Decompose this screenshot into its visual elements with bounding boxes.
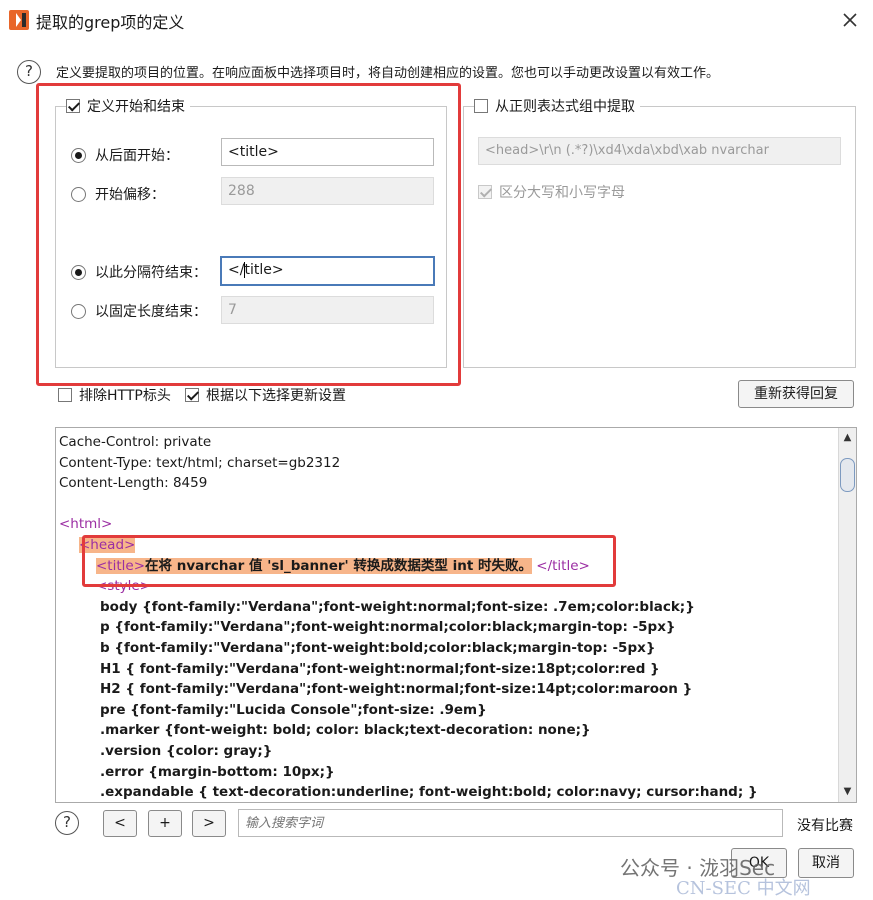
css-line: .version {color: gray;}	[100, 742, 273, 759]
regex-legend: 从正则表达式组中提取	[474, 96, 640, 116]
regex-extract-checkbox[interactable]	[474, 99, 488, 113]
search-prev-button[interactable]: <	[103, 810, 137, 837]
head-line: <head>	[59, 535, 839, 556]
response-panel[interactable]: Cache-Control: private Content-Type: tex…	[55, 427, 857, 803]
exclude-http-headers-label: 排除HTTP标头	[79, 388, 171, 404]
burp-app-icon	[9, 10, 29, 30]
search-add-button[interactable]: +	[148, 810, 182, 837]
head-open-tag: <head>	[79, 536, 136, 553]
search-help-icon[interactable]: ?	[55, 811, 79, 835]
response-header-line: Content-Length: 8459	[59, 475, 208, 492]
case-sensitive-checkbox[interactable]	[478, 185, 492, 199]
start-offset-radio[interactable]	[71, 186, 86, 202]
title-highlight: <title>在将 nvarchar 值 'sl_banner' 转换成数据类型…	[96, 557, 532, 574]
start-offset-option[interactable]: 开始偏移：	[71, 184, 165, 204]
response-content[interactable]: Cache-Control: private Content-Type: tex…	[56, 428, 839, 802]
css-line: H2 { font-family:"Verdana";font-weight:n…	[100, 681, 693, 698]
define-start-end-checkbox[interactable]	[66, 99, 80, 113]
window-title: 提取的grep项的定义	[36, 13, 185, 32]
regex-expression-input[interactable]: <head>\r\n (.*?)\xd4\xda\xbd\xab nvarcha…	[478, 137, 841, 165]
start-end-legend: 定义开始和结束	[66, 96, 190, 116]
title-text: 在将 nvarchar 值 'sl_banner' 转换成数据类型 int 时失…	[145, 557, 532, 574]
close-icon	[843, 13, 857, 27]
search-status: 没有比赛	[797, 818, 853, 834]
css-line: .marker {font-weight: bold; color: black…	[100, 722, 591, 739]
response-header-line: Content-Type: text/html; charset=gb2312	[59, 454, 341, 471]
description-text: 定义要提取的项目的位置。在响应面板中选择项目时，将自动创建相应的设置。您也可以手…	[56, 66, 720, 81]
define-start-end-label: 定义开始和结束	[87, 99, 185, 115]
exclude-http-headers-option[interactable]: 排除HTTP标头	[58, 385, 171, 405]
css-line: .error {margin-bottom: 10px;}	[100, 763, 335, 780]
start-after-radio[interactable]	[71, 147, 86, 163]
close-button[interactable]	[836, 6, 864, 34]
case-sensitive-option[interactable]: 区分大写和小写字母	[478, 182, 625, 202]
title-bar: 提取的grep项的定义	[0, 0, 873, 40]
watermark-cnsec: CN-SEC 中文网	[676, 878, 811, 899]
regex-extract-label: 从正则表达式组中提取	[495, 99, 635, 115]
start-after-label: 从后面开始：	[95, 148, 179, 164]
end-delimiter-option[interactable]: 以此分隔符结束：	[71, 262, 207, 282]
style-open-tag: <style>	[96, 578, 151, 595]
scroll-up-icon[interactable]: ▲	[839, 430, 856, 446]
search-next-button[interactable]: >	[192, 810, 226, 837]
title-close-tag: </title>	[536, 557, 590, 574]
update-from-selection-label: 根据以下选择更新设置	[206, 388, 346, 404]
end-fixed-length-radio[interactable]	[71, 303, 86, 319]
css-line: H1 { font-family:"Verdana";font-weight:n…	[100, 660, 660, 677]
html-open-tag: <html>	[59, 516, 113, 533]
end-delimiter-value-before-caret: </	[228, 262, 245, 278]
end-fixed-length-option[interactable]: 以固定长度结束：	[71, 301, 207, 321]
title-open-tag: <title>	[96, 557, 146, 574]
end-delimiter-radio[interactable]	[71, 264, 86, 280]
css-line: p {font-family:"Verdana";font-weight:nor…	[100, 619, 676, 636]
start-offset-label: 开始偏移：	[95, 187, 165, 203]
css-line: pre {font-family:"Lucida Console";font-s…	[100, 701, 487, 718]
end-delimiter-value-after-caret: title>	[244, 262, 284, 278]
end-delimiter-input[interactable]: </title>	[220, 256, 435, 286]
end-fixed-length-input[interactable]: 7	[221, 296, 434, 324]
refetch-response-button[interactable]: 重新获得回复	[738, 380, 854, 408]
start-after-input[interactable]: <title>	[221, 138, 434, 166]
scrollbar-thumb[interactable]	[840, 458, 855, 492]
css-line: b {font-family:"Verdana";font-weight:bol…	[100, 639, 656, 656]
exclude-http-headers-checkbox[interactable]	[58, 388, 72, 402]
css-line: .expandable { text-decoration:underline;…	[100, 784, 758, 801]
start-offset-input[interactable]: 288	[221, 177, 434, 205]
update-from-selection-option[interactable]: 根据以下选择更新设置	[185, 385, 346, 405]
title-line: <title>在将 nvarchar 值 'sl_banner' 转换成数据类型…	[59, 556, 839, 577]
response-header-line: Cache-Control: private	[59, 434, 212, 450]
help-icon[interactable]: ?	[17, 60, 41, 84]
css-line: body {font-family:"Verdana";font-weight:…	[100, 598, 695, 615]
vertical-scrollbar[interactable]: ▲ ▼	[838, 428, 856, 802]
scroll-down-icon[interactable]: ▼	[839, 784, 856, 800]
update-from-selection-checkbox[interactable]	[185, 388, 199, 402]
end-fixed-length-label: 以固定长度结束：	[95, 304, 207, 320]
end-delimiter-label: 以此分隔符结束：	[95, 265, 207, 281]
start-after-option[interactable]: 从后面开始：	[71, 145, 179, 165]
search-input[interactable]	[238, 809, 783, 837]
case-sensitive-label: 区分大写和小写字母	[499, 185, 625, 201]
